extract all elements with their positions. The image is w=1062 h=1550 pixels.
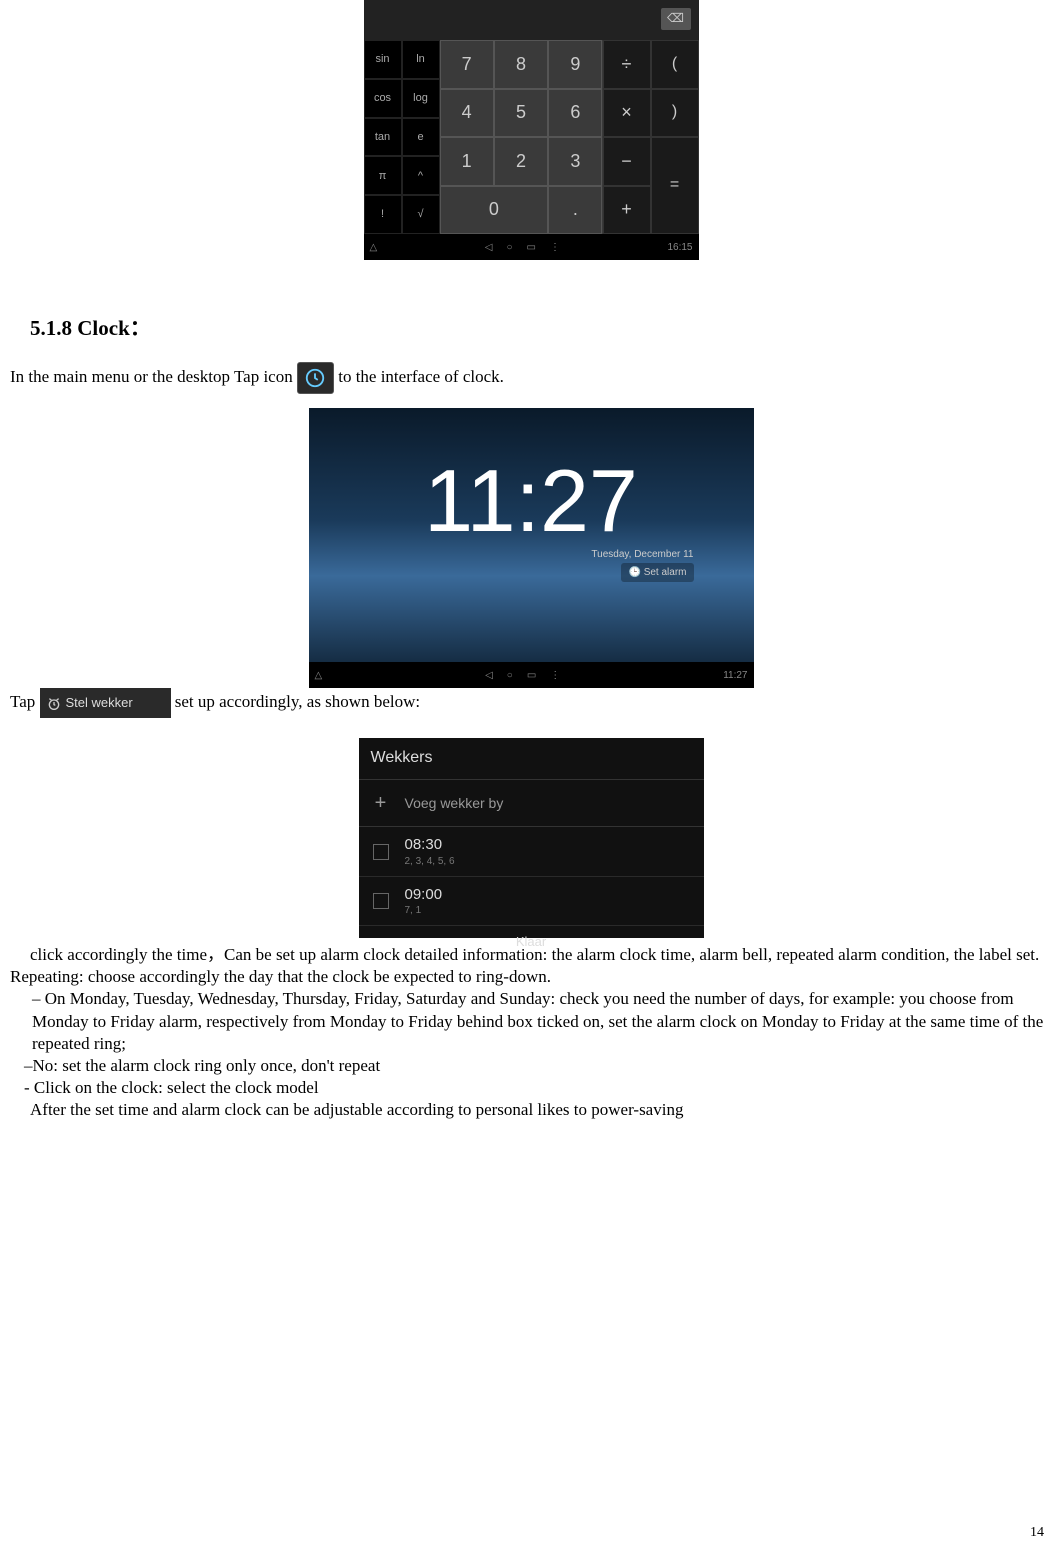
- clock-app-icon: [297, 362, 334, 394]
- body-l3: – On Monday, Tuesday, Wednesday, Thursda…: [10, 988, 1052, 1054]
- alarm-row: 09:007, 1: [359, 877, 704, 927]
- set-alarm-button: 🕒 Set alarm: [621, 563, 693, 582]
- body-l6: After the set time and alarm clock can b…: [10, 1099, 1052, 1121]
- plus-icon: +: [373, 795, 389, 811]
- nav-time: 16:15: [667, 241, 692, 254]
- checkbox-icon: [373, 893, 389, 909]
- key-5: 5: [494, 89, 548, 138]
- key-3: 3: [548, 137, 602, 186]
- key-pi: π: [364, 156, 402, 195]
- key-rparen: ): [651, 89, 699, 138]
- key-sin: sin: [364, 40, 402, 79]
- key-6: 6: [548, 89, 602, 138]
- key-dot: .: [548, 186, 602, 235]
- intro-after: to the interface of clock.: [338, 367, 504, 386]
- op-keys: ÷ × − +: [603, 40, 651, 234]
- intro-line: In the main menu or the desktop Tap icon…: [10, 362, 1052, 394]
- clock-date: Tuesday, December 11: [591, 548, 693, 561]
- android-navbar: △ ◁○▭⋮ 11:27: [309, 662, 754, 688]
- checkbox-icon: [373, 844, 389, 860]
- tap-after: set up accordingly, as shown below:: [175, 692, 420, 711]
- tap-before: Tap: [10, 692, 35, 711]
- key-tan: tan: [364, 118, 402, 157]
- key-7: 7: [440, 40, 494, 89]
- key-add: +: [603, 186, 651, 235]
- key-0: 0: [440, 186, 549, 235]
- section-heading: 5.1.8 Clock：: [30, 315, 1052, 342]
- paren-keys: ( ) =: [651, 40, 699, 234]
- key-fact: !: [364, 195, 402, 234]
- key-div: ÷: [603, 40, 651, 89]
- add-alarm-label: Voeg wekker by: [405, 794, 504, 812]
- body-l5: - Click on the clock: select the clock m…: [10, 1077, 1052, 1099]
- key-sub: −: [603, 137, 651, 186]
- key-log: log: [402, 79, 440, 118]
- body-l1: click accordingly the time，Can be set up…: [10, 944, 1052, 966]
- clock-time: 11:27: [309, 444, 754, 558]
- sci-keys: sin ln cos log tan e π ^ ! √: [364, 40, 440, 234]
- intro-before: In the main menu or the desktop Tap icon: [10, 367, 293, 386]
- wekkers-title: Wekkers: [359, 738, 704, 779]
- key-8: 8: [494, 40, 548, 89]
- alarm-days: 7, 1: [405, 904, 443, 917]
- key-2: 2: [494, 137, 548, 186]
- key-e: e: [402, 118, 440, 157]
- key-eq: =: [651, 137, 699, 234]
- key-9: 9: [548, 40, 602, 89]
- alarm-row: 08:302, 3, 4, 5, 6: [359, 827, 704, 877]
- page-number: 14: [1030, 1524, 1044, 1542]
- key-sqrt: √: [402, 195, 440, 234]
- add-alarm-row: + Voeg wekker by: [359, 779, 704, 827]
- clock-screenshot: 11:27 Tuesday, December 11 🕒 Set alarm △…: [309, 408, 754, 688]
- key-mul: ×: [603, 89, 651, 138]
- key-lparen: (: [651, 40, 699, 89]
- calculator-display: ⌫: [364, 0, 699, 40]
- nav-time: 11:27: [723, 669, 747, 682]
- body-text: click accordingly the time，Can be set up…: [10, 944, 1052, 1121]
- wekkers-screenshot: Wekkers + Voeg wekker by 08:302, 3, 4, 5…: [359, 738, 704, 938]
- key-ln: ln: [402, 40, 440, 79]
- tap-line: Tap Stel wekker set up accordingly, as s…: [10, 688, 1052, 718]
- body-l4: –No: set the alarm clock ring only once,…: [10, 1055, 1052, 1077]
- key-pow: ^: [402, 156, 440, 195]
- alarm-days: 2, 3, 4, 5, 6: [405, 855, 455, 868]
- android-navbar: △ ◁○▭⋮ 16:15: [364, 234, 699, 260]
- alarm-time: 09:00: [405, 885, 443, 905]
- key-4: 4: [440, 89, 494, 138]
- alarm-time: 08:30: [405, 835, 455, 855]
- key-1: 1: [440, 137, 494, 186]
- key-cos: cos: [364, 79, 402, 118]
- backspace-key: ⌫: [661, 8, 691, 30]
- num-keys: 7 8 9 4 5 6 1 2 3 0 .: [440, 40, 603, 234]
- calculator-screenshot: ⌫ sin ln cos log tan e π ^ ! √ 7 8 9 4 5…: [364, 0, 699, 260]
- stel-wekker-button: Stel wekker: [40, 688, 171, 718]
- body-l2: Repeating: choose accordingly the day th…: [10, 966, 1052, 988]
